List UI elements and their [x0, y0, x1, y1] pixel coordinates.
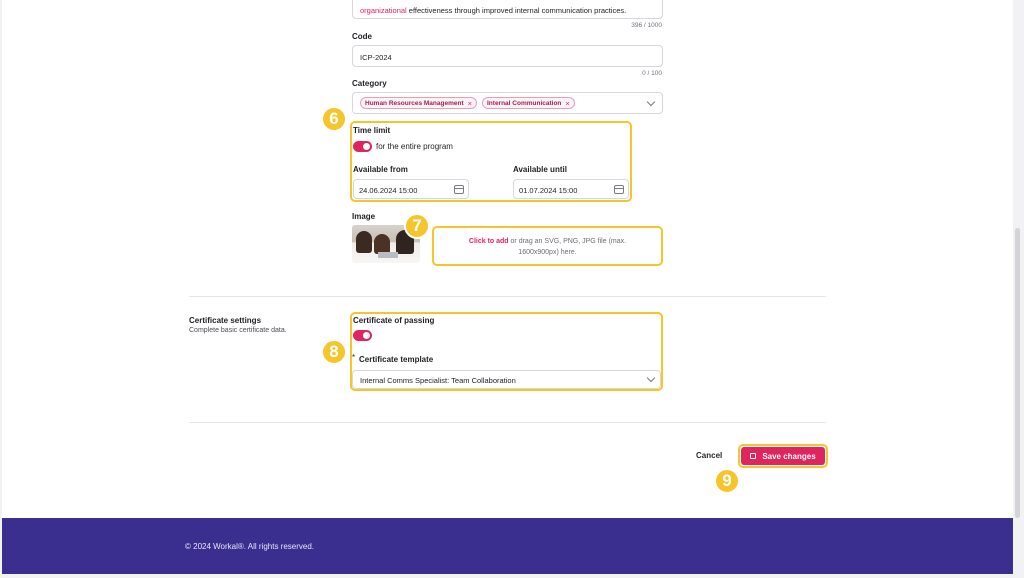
time-limit-toggle-label: for the entire program — [376, 142, 453, 151]
close-icon[interactable]: × — [468, 99, 472, 108]
chip-label: Internal Communication — [487, 99, 562, 107]
certificate-section-desc: Complete basic certificate data. — [189, 327, 287, 334]
time-limit-label: Time limit — [353, 126, 391, 135]
image-dropzone[interactable]: Click to add or drag an SVG, PNG, JPG fi… — [432, 226, 663, 266]
actions-divider — [189, 422, 826, 423]
chevron-down-icon[interactable] — [646, 373, 656, 383]
available-from-label: Available from — [353, 165, 408, 174]
available-from-input[interactable]: 24.06.2024 15:00 — [353, 179, 469, 199]
time-limit-toggle[interactable] — [353, 141, 372, 152]
photo-person — [356, 231, 372, 253]
chevron-down-icon[interactable] — [646, 97, 656, 107]
required-mark: * — [352, 353, 356, 362]
category-chip: Internal Communication × — [482, 97, 575, 109]
footer: © 2024 Workal®. All rights reserved. — [2, 518, 1013, 574]
click-to-add-link[interactable]: Click to add — [469, 238, 509, 245]
save-icon — [750, 453, 757, 459]
calendar-icon[interactable] — [614, 185, 624, 194]
code-counter: 0 / 100 — [642, 70, 662, 77]
description-highlight: organizational — [360, 6, 407, 15]
callout-badge: 7 — [404, 213, 430, 239]
callout-badge: 8 — [321, 339, 347, 365]
certificate-section-title: Certificate settings — [189, 316, 262, 325]
certificate-template-select[interactable]: Internal Comms Specialist: Team Collabor… — [352, 370, 661, 389]
footer-copyright: © 2024 Workal®. All rights reserved. — [185, 542, 315, 551]
save-button-label: Save changes — [762, 451, 816, 461]
code-value: ICP-2024 — [360, 53, 392, 62]
cancel-button[interactable]: Cancel — [696, 451, 722, 460]
code-label: Code — [352, 32, 372, 41]
description-text: organizational effectiveness through imp… — [360, 6, 627, 15]
category-select[interactable]: Human Resources Management × Internal Co… — [352, 92, 663, 114]
close-icon[interactable]: × — [565, 99, 569, 108]
save-button[interactable]: Save changes — [741, 447, 825, 465]
category-label: Category — [352, 79, 387, 88]
certificate-passing-toggle[interactable] — [353, 330, 372, 341]
photo-person — [374, 234, 390, 254]
chip-label: Human Resources Management — [365, 99, 464, 107]
code-input[interactable]: ICP-2024 — [352, 45, 663, 67]
callout-badge: 6 — [321, 106, 347, 132]
dropzone-text: Click to add or drag an SVG, PNG, JPG fi… — [468, 238, 627, 256]
category-chip: Human Resources Management × — [360, 97, 478, 109]
certificate-template-value: Internal Comms Specialist: Team Collabor… — [360, 376, 516, 385]
image-label: Image — [352, 212, 376, 221]
photo-laptop — [378, 252, 398, 258]
available-until-input[interactable]: 01.07.2024 15:00 — [513, 179, 629, 199]
description-textarea[interactable]: organizational effectiveness through imp… — [352, 0, 663, 19]
section-divider — [189, 296, 826, 297]
calendar-icon[interactable] — [454, 185, 464, 194]
available-until-label: Available until — [513, 165, 567, 174]
certificate-passing-label: Certificate of passing — [353, 316, 435, 325]
callout-badge: 9 — [714, 468, 740, 494]
description-counter: 396 / 1000 — [631, 22, 662, 29]
scrollbar[interactable] — [1015, 228, 1020, 518]
certificate-template-label: Certificate template — [359, 355, 434, 364]
available-from-value: 24.06.2024 15:00 — [359, 186, 418, 195]
available-until-value: 01.07.2024 15:00 — [519, 186, 578, 195]
